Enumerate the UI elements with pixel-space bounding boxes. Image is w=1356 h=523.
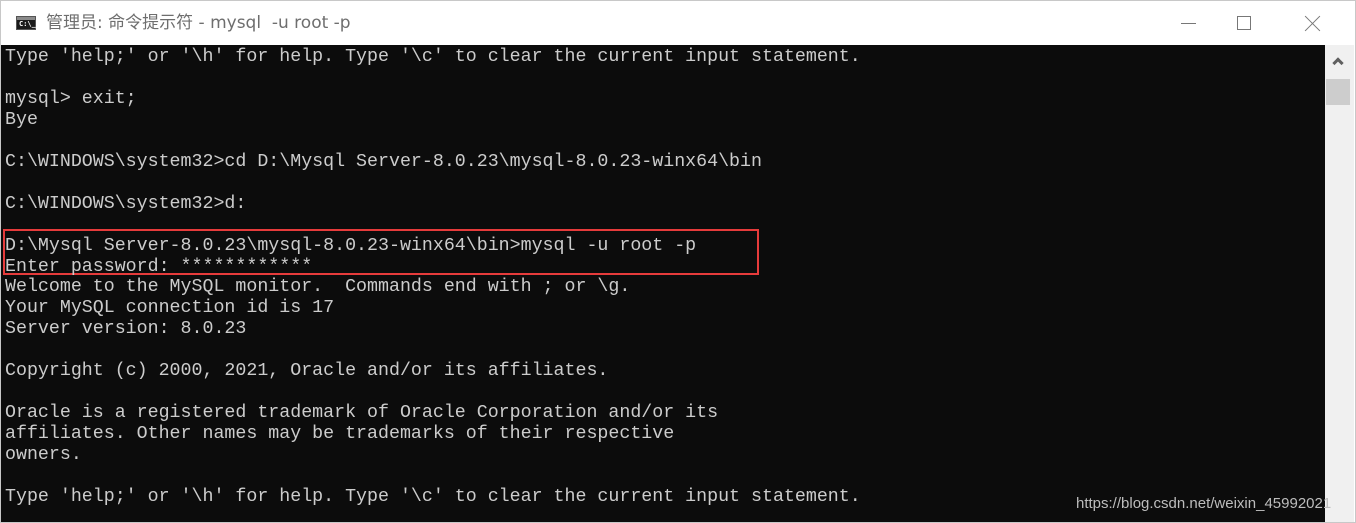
console-line: Enter password: ************ [5,256,313,277]
cmd-icon[interactable]: C:\_ [16,16,36,30]
console-line: Type 'help;' or '\h' for help. Type '\c'… [5,47,861,67]
close-button[interactable] [1281,1,1351,45]
close-icon [1305,15,1321,31]
console-line: Oracle is a registered trademark of Orac… [5,403,719,424]
scroll-thumb[interactable] [1326,79,1350,105]
watermark: https://blog.csdn.net/weixin_45992021 [1076,495,1332,512]
console-line: D:\Mysql Server-8.0.23\mysql-8.0.23-winx… [5,235,697,256]
console-line: Your MySQL connection id is 17 [5,298,335,319]
command-prompt-window: C:\_ 管理员: 命令提示符 - mysql -u root -p Type … [0,0,1356,523]
console-line: affiliates. Other names may be trademark… [5,424,675,445]
maximize-icon [1237,16,1251,30]
console-line: Welcome to the MySQL monitor. Commands e… [5,277,631,298]
vertical-scrollbar[interactable] [1325,45,1354,522]
console-line: Bye [5,109,38,130]
window-title: 管理员: 命令提示符 - mysql -u root -p [46,13,351,33]
console-line: Server version: 8.0.23 [5,319,247,340]
console-line: C:\WINDOWS\system32>cd D:\Mysql Server-8… [5,151,762,172]
maximize-button[interactable] [1211,1,1281,45]
console-output[interactable]: Type 'help;' or '\h' for help. Type '\c'… [1,45,1325,522]
scroll-up-arrow-icon[interactable] [1325,45,1354,75]
minimize-icon [1181,23,1196,24]
console-line: mysql> exit; [5,88,137,109]
console-line: Copyright (c) 2000, 2021, Oracle and/or … [5,361,609,382]
console-line: Type 'help;' or '\h' for help. Type '\c'… [5,486,861,507]
console-line: C:\WINDOWS\system32>d: [5,193,247,214]
title-bar[interactable]: C:\_ 管理员: 命令提示符 - mysql -u root -p [1,1,1355,45]
console-line: owners. [5,445,82,466]
